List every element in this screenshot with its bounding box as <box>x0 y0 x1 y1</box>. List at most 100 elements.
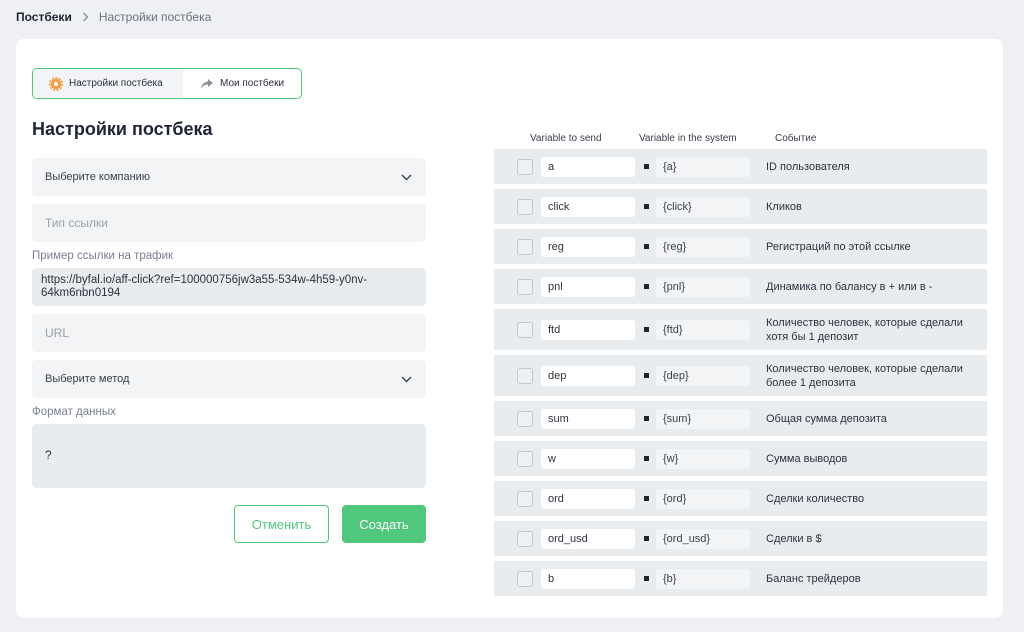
page-title: Настройки постбека <box>32 119 213 139</box>
breadcrumb: Постбеки Настройки постбека <box>16 9 211 25</box>
breadcrumb-current: Настройки постбека <box>98 10 212 24</box>
variable-checkbox[interactable] <box>517 158 533 175</box>
company-select[interactable]: Выберите компанию <box>32 158 426 196</box>
variable-send-input[interactable]: ord <box>541 488 635 509</box>
data-format-value: ? <box>45 448 52 462</box>
variable-checkbox[interactable] <box>517 198 533 215</box>
variable-send-input[interactable]: w <box>541 448 635 469</box>
variable-checkbox[interactable] <box>517 410 533 427</box>
separator-square <box>644 284 649 289</box>
variable-checkbox[interactable] <box>517 570 533 587</box>
variable-checkbox[interactable] <box>517 530 533 547</box>
example-link-field[interactable]: https://byfal.io/aff-click?ref=100000756… <box>32 268 426 306</box>
link-type-placeholder: Тип ссылки <box>45 216 108 230</box>
column-header-event: Событие <box>775 133 817 144</box>
tab-my-postbacks[interactable]: Мои постбеки <box>183 69 301 98</box>
separator-square <box>644 373 649 378</box>
variable-checkbox[interactable] <box>517 278 533 295</box>
variable-event-description: Сделки количество <box>766 492 865 505</box>
create-button[interactable]: Создать <box>342 505 426 543</box>
separator-square <box>644 576 649 581</box>
separator-square <box>644 327 649 332</box>
variable-event-description: Общая сумма депозита <box>766 412 887 425</box>
variable-system-value: {dep} <box>656 365 750 386</box>
variable-event-description: Баланс трейдеров <box>766 572 861 585</box>
chevron-down-icon <box>401 174 412 181</box>
variable-send-input[interactable]: dep <box>541 365 635 386</box>
variable-checkbox[interactable] <box>517 490 533 507</box>
variable-row: a {a} ID пользователя <box>494 149 987 184</box>
variable-send-input[interactable]: click <box>541 196 635 217</box>
variable-system-value: {ord} <box>656 488 750 509</box>
variable-row: click {click} Кликов <box>494 189 987 224</box>
variable-event-description: Регистраций по этой ссылке <box>766 240 911 253</box>
variable-system-value: {click} <box>656 196 750 217</box>
variable-checkbox[interactable] <box>517 321 533 338</box>
example-link-label: Пример ссылки на трафик <box>32 250 174 262</box>
data-format-label: Формат данных <box>32 406 116 418</box>
separator-square <box>644 204 649 209</box>
variable-checkbox[interactable] <box>517 450 533 467</box>
variable-system-value: {ord_usd} <box>656 528 750 549</box>
variable-checkbox[interactable] <box>517 367 533 384</box>
url-input[interactable]: URL <box>32 314 426 352</box>
breadcrumb-root[interactable]: Постбеки <box>16 10 72 24</box>
column-header-send: Variable to send <box>530 133 602 144</box>
link-type-input[interactable]: Тип ссылки <box>32 204 426 242</box>
variable-event-description: Количество человек, которые сделали хотя… <box>766 316 963 343</box>
variable-system-value: {reg} <box>656 236 750 257</box>
variable-event-description: Сумма выводов <box>766 452 848 465</box>
variable-system-value: {a} <box>656 156 750 177</box>
url-placeholder: URL <box>45 326 70 340</box>
variable-row: b {b} Баланс трейдеров <box>494 561 987 596</box>
variable-system-value: {ftd} <box>656 319 750 340</box>
variable-event-description: Сделки в $ <box>766 532 822 545</box>
variable-send-input[interactable]: ord_usd <box>541 528 635 549</box>
tab-postback-settings[interactable]: Настройки постбека <box>33 69 183 98</box>
separator-square <box>644 164 649 169</box>
variable-row: ftd {ftd} Количество человек, которые сдел… <box>494 309 987 350</box>
postback-settings-card: Настройки постбека Мои постбеки Настройк… <box>16 39 1003 618</box>
variable-row: reg {reg} Регистраций по этой ссылке <box>494 229 987 264</box>
variable-send-input[interactable]: pnl <box>541 276 635 297</box>
separator-square <box>644 416 649 421</box>
variable-event-description: Кликов <box>766 200 802 213</box>
variable-send-input[interactable]: sum <box>541 408 635 429</box>
variable-row: dep {dep} Количество человек, которые сдел… <box>494 355 987 396</box>
data-format-textarea[interactable]: ? <box>32 424 426 488</box>
tab-label: Мои постбеки <box>220 78 285 89</box>
variable-send-input[interactable]: b <box>541 568 635 589</box>
variable-system-value: {pnl} <box>656 276 750 297</box>
separator-square <box>644 456 649 461</box>
tab-label: Настройки постбека <box>69 78 163 89</box>
variable-row: sum {sum} Общая сумма депозита <box>494 401 987 436</box>
variable-system-value: {w} <box>656 448 750 469</box>
share-arrow-icon <box>200 77 214 91</box>
method-select-value: Выберите метод <box>45 373 130 385</box>
variable-event-description: Количество человек, которые сделали боле… <box>766 362 963 389</box>
variable-send-input[interactable]: ftd <box>541 319 635 340</box>
variable-row: w {w} Сумма выводов <box>494 441 987 476</box>
variable-event-description: ID пользователя <box>766 160 850 173</box>
variable-send-input[interactable]: a <box>541 156 635 177</box>
company-select-value: Выберите компанию <box>45 171 151 183</box>
separator-square <box>644 496 649 501</box>
separator-square <box>644 536 649 541</box>
variable-checkbox[interactable] <box>517 238 533 255</box>
example-link-value: https://byfal.io/aff-click?ref=100000756… <box>41 274 368 299</box>
chevron-right-icon <box>82 12 89 22</box>
cancel-button[interactable]: Отменить <box>234 505 329 543</box>
variable-row: pnl {pnl} Динамика по балансу в + или в - <box>494 269 987 304</box>
variable-system-value: {b} <box>656 568 750 589</box>
variable-row: ord_usd {ord_usd} Сделки в $ <box>494 521 987 556</box>
separator-square <box>644 244 649 249</box>
variable-event-description: Динамика по балансу в + или в - <box>766 280 933 293</box>
variable-send-input[interactable]: reg <box>541 236 635 257</box>
variable-system-value: {sum} <box>656 408 750 429</box>
column-header-system: Variable in the system <box>639 133 737 144</box>
tab-bar: Настройки постбека Мои постбеки <box>32 68 302 99</box>
variable-row: ord {ord} Сделки количество <box>494 481 987 516</box>
gear-icon <box>49 76 63 91</box>
method-select[interactable]: Выберите метод <box>32 360 426 398</box>
chevron-down-icon <box>401 376 412 383</box>
